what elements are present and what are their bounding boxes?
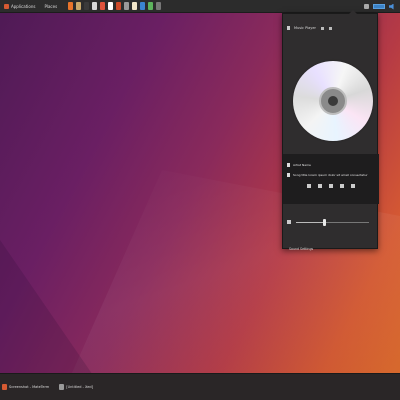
launcher-image-icon[interactable]	[148, 2, 154, 10]
volume-slider-fill	[296, 221, 324, 223]
indicator-icon[interactable]	[373, 4, 385, 9]
window-icon	[2, 384, 7, 390]
expand-icon[interactable]	[328, 26, 332, 30]
track-row: Artist Name	[283, 160, 379, 170]
skip-forward-icon[interactable]	[351, 184, 355, 188]
launcher-store-icon[interactable]	[132, 2, 138, 10]
track-row: Song title lorem ipsum dolor sit amet co…	[283, 170, 379, 180]
rewind-icon[interactable]	[318, 184, 322, 188]
launcher-terminal-icon[interactable]	[84, 2, 90, 10]
skip-back-icon[interactable]	[307, 184, 311, 188]
network-icon[interactable]	[364, 4, 369, 9]
playback-controls	[283, 184, 379, 188]
sound-icon[interactable]	[389, 3, 394, 10]
track-info: Artist Name Song title lorem ipsum dolor…	[283, 154, 379, 204]
taskbar-item[interactable]: [Untitled - Xed]	[59, 384, 93, 390]
sound-menu-popup: Music Player Artist Name Song title lore…	[282, 10, 379, 251]
applications-label: Applications	[11, 3, 36, 9]
player-icon	[287, 26, 290, 30]
applications-menu-button[interactable]: Applications	[0, 0, 39, 13]
artist-name: Artist Name	[293, 163, 311, 167]
play-icon[interactable]	[329, 184, 333, 188]
bottom-taskbar: Screenshot - MateTerm [Untitled - Xed]	[0, 373, 400, 400]
volume-icon	[287, 220, 291, 224]
applications-icon	[4, 3, 9, 9]
album-art	[291, 48, 375, 154]
launcher-libreoffice-icon[interactable]	[92, 2, 98, 10]
sound-settings-item[interactable]: Sound Settings	[289, 247, 313, 251]
player-title: Music Player	[294, 26, 316, 30]
system-tray	[364, 0, 396, 13]
volume-slider[interactable]	[296, 218, 369, 226]
song-title: Song title lorem ipsum dolor sit amet co…	[293, 173, 368, 177]
window-icon	[59, 384, 65, 390]
launcher-firefox-icon[interactable]	[68, 2, 74, 10]
taskbar-item-label: Screenshot - MateTerm	[9, 385, 50, 389]
launcher-media-icon[interactable]	[156, 2, 162, 10]
volume-slider-knob[interactable]	[322, 218, 326, 226]
taskbar-item-label: [Untitled - Xed]	[66, 385, 93, 389]
taskbar-item[interactable]: Screenshot - MateTerm	[2, 384, 49, 390]
music-note-icon	[287, 173, 290, 177]
artist-icon	[287, 163, 290, 167]
launcher-mail-icon[interactable]	[140, 2, 146, 10]
launcher-files-icon[interactable]	[76, 2, 82, 10]
forward-icon[interactable]	[340, 184, 344, 188]
cd-disc-icon	[293, 61, 373, 141]
launcher-help-icon[interactable]	[100, 2, 106, 10]
launcher-calculator-icon[interactable]	[108, 2, 114, 10]
launcher-settings-icon[interactable]	[124, 2, 130, 10]
info-icon[interactable]	[320, 26, 324, 30]
places-menu-button[interactable]: Places	[39, 4, 62, 9]
launcher-software-icon[interactable]	[116, 2, 122, 10]
volume-control	[283, 217, 379, 227]
popup-arrow	[349, 10, 357, 14]
launcher-bar	[68, 2, 162, 10]
player-header[interactable]: Music Player	[283, 14, 377, 32]
top-panel: Applications Places	[0, 0, 400, 13]
